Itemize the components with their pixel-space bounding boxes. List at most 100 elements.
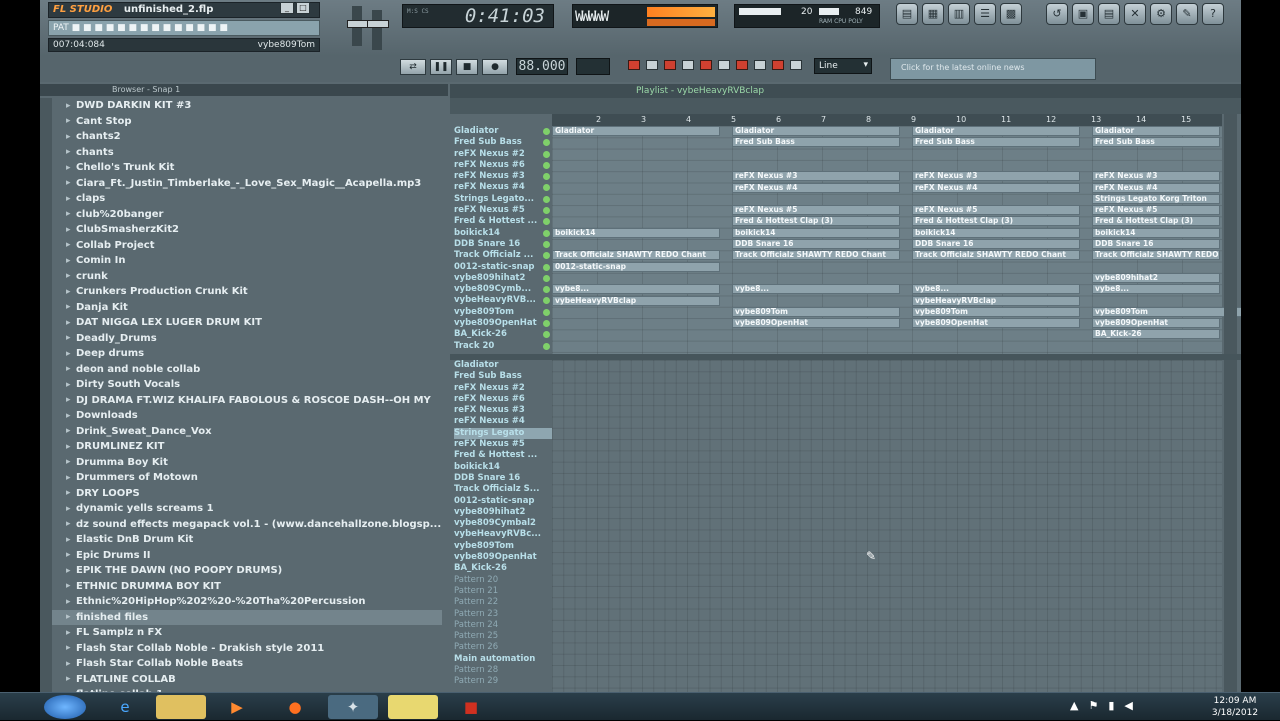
pattern-name[interactable]: vybe809OpenHat	[454, 552, 552, 563]
pattern-clip[interactable]: vybe8...	[732, 284, 900, 295]
step-edit-button[interactable]	[700, 60, 712, 70]
track-mute-icon[interactable]	[543, 184, 550, 192]
pattern-clip[interactable]: vybe8...	[1092, 284, 1220, 295]
browser-item[interactable]: ▸ Dirty South Vocals	[52, 377, 442, 393]
pattern-name[interactable]: reFX Nexus #6	[454, 394, 552, 405]
pattern-name[interactable]: vybe809Tom	[454, 541, 552, 552]
track-mute-icon[interactable]	[543, 240, 550, 248]
track-mute-icon[interactable]	[543, 263, 550, 271]
pattern-clip[interactable]: Fred Sub Bass	[1092, 137, 1220, 148]
track-name[interactable]: vybeHeavyRVB...	[454, 295, 552, 306]
track-name[interactable]: vybe809Cymb...	[454, 284, 552, 295]
pattern-name[interactable]: Gladiator	[454, 360, 552, 371]
record-button[interactable]: ●	[482, 59, 508, 75]
pattern-clip[interactable]: vybe809Tom	[732, 306, 900, 317]
track-mute-icon[interactable]	[543, 320, 550, 328]
browser-item[interactable]: ▸ Flash Star Collab Noble - Drakish style…	[52, 641, 442, 657]
pattern-clip[interactable]: Fred Sub Bass	[912, 137, 1080, 148]
pattern-clip[interactable]: vybeHeavyRVBclap	[912, 295, 1080, 306]
pattern-clip[interactable]: Strings Legato Korg Triton	[1092, 193, 1220, 204]
track-mute-icon[interactable]	[543, 218, 550, 226]
pattern-clip[interactable]: reFX Nexus #5	[912, 205, 1080, 216]
render-icon[interactable]: ▤	[1098, 3, 1120, 25]
overdub-button[interactable]	[790, 60, 802, 70]
browser-item[interactable]: ▸ club%20banger	[52, 207, 442, 223]
browser-item[interactable]: ▸ Flash Star Collab Noble Beats	[52, 656, 442, 672]
tools-icon[interactable]: ⚙	[1150, 3, 1172, 25]
browser-item[interactable]: ▸ DWD DARKIN KIT #3	[52, 98, 442, 114]
browser-item[interactable]: ▸ Deadly_Drums	[52, 331, 442, 347]
track-mute-icon[interactable]	[543, 150, 550, 158]
browser-item[interactable]: ▸ ETHNIC DRUMMA BOY KIT	[52, 579, 442, 595]
track-name[interactable]: Fred Sub Bass	[454, 137, 552, 148]
browser-item[interactable]: ▸ Drummers of Motown	[52, 470, 442, 486]
pattern-name[interactable]: Strings Legato	[454, 427, 552, 440]
minimize-button[interactable]: _	[280, 2, 294, 14]
clock[interactable]: 12:09 AM 3/18/2012	[1200, 693, 1270, 721]
pattern-clip[interactable]: vybe809OpenHat	[1092, 318, 1220, 329]
pause-button[interactable]: ❚❚	[430, 59, 452, 75]
track-mute-icon[interactable]	[543, 139, 550, 147]
pattern-grid[interactable]	[552, 360, 1222, 692]
pattern-name[interactable]: Pattern 29	[454, 676, 552, 687]
pattern-name[interactable]: 0012-static-snap	[454, 496, 552, 507]
undo-icon[interactable]: ↺	[1046, 3, 1068, 25]
pattern-name[interactable]: Fred & Hottest ...	[454, 450, 552, 461]
master-pitch-slider[interactable]	[367, 10, 389, 50]
snap-button[interactable]	[772, 60, 784, 70]
track-mute-icon[interactable]	[543, 286, 550, 294]
pattern-name[interactable]: Track Officialz S...	[454, 484, 552, 495]
maximize-button[interactable]: □	[296, 2, 310, 14]
browser-item[interactable]: ▸ FLATLINE COLLAB	[52, 672, 442, 688]
pattern-clip[interactable]: vybe809OpenHat	[912, 318, 1080, 329]
track-name[interactable]: reFX Nexus #3	[454, 171, 552, 182]
pattern-clip[interactable]: vybeHeavyRVBclap	[552, 295, 720, 306]
browser-item[interactable]: ▸ DRY LOOPS	[52, 486, 442, 502]
track-mute-icon[interactable]	[543, 342, 550, 350]
track-name[interactable]: vybe809hihat2	[454, 273, 552, 284]
track-name[interactable]: boikick14	[454, 228, 552, 239]
pattern-clip[interactable]: vybe8...	[552, 284, 720, 295]
clip-icon[interactable]: ✎	[1176, 3, 1198, 25]
pattern-clip[interactable]: Track Officialz SHAWTY REDO Chant	[912, 250, 1080, 261]
browser-item[interactable]: ▸ Cant Stop	[52, 114, 442, 130]
browser-item[interactable]: ▸ finished files	[52, 609, 442, 625]
pattern-clip[interactable]: vybe8...	[912, 284, 1080, 295]
pattern-clip[interactable]: DDB Snare 16	[732, 239, 900, 249]
track-mute-icon[interactable]	[543, 331, 550, 339]
pattern-clip[interactable]: Fred & Hottest Clap (3)	[1092, 216, 1220, 227]
browser-item[interactable]: ▸ Deep drums	[52, 346, 442, 362]
pattern-clip[interactable]: Track Officialz SHAWTY REDO Chant	[552, 250, 720, 261]
pattern-clip[interactable]: DDB Snare 16	[1092, 239, 1220, 249]
browser-item[interactable]: ▸ DAT NIGGA LEX LUGER DRUM KIT	[52, 315, 442, 331]
pattern-scrollbar[interactable]	[1224, 360, 1237, 692]
track-name[interactable]: reFX Nexus #2	[454, 149, 552, 160]
browser-item[interactable]: ▸ DRUMLINEZ KIT	[52, 439, 442, 455]
pattern-name[interactable]: Pattern 24	[454, 620, 552, 631]
metronome-button[interactable]	[646, 60, 658, 70]
master-volume-slider[interactable]	[347, 6, 369, 46]
pattern-clip[interactable]: reFX Nexus #5	[1092, 205, 1220, 216]
pattern-clip[interactable]: Fred & Hottest Clap (3)	[732, 216, 900, 227]
browser-item[interactable]: ▸ Crunkers Production Crunk Kit	[52, 284, 442, 300]
track-mute-icon[interactable]	[543, 274, 550, 282]
pattern-clip[interactable]: boikick14	[732, 227, 900, 238]
pattern-clip[interactable]: reFX Nexus #5	[732, 205, 900, 216]
track-name[interactable]: 0012-static-snap	[454, 262, 552, 273]
pattern-clip[interactable]: boikick14	[552, 227, 720, 238]
track-mute-icon[interactable]	[543, 173, 550, 181]
browser-item[interactable]: ▸ dynamic yells screams 1	[52, 501, 442, 517]
pattern-name[interactable]: vybe809Cymbal2	[454, 518, 552, 529]
browser-item[interactable]: ▸ Danja Kit	[52, 300, 442, 316]
browser-item[interactable]: ▸ FL Samplz n FX	[52, 625, 442, 641]
pattern-clip[interactable]: BA_Kick-26	[1092, 329, 1220, 340]
multilink-button[interactable]	[736, 60, 748, 70]
pattern-name[interactable]: Pattern 21	[454, 586, 552, 597]
pattern-name[interactable]: Pattern 28	[454, 665, 552, 676]
pattern-clip[interactable]: Gladiator	[912, 126, 1080, 136]
track-name[interactable]: Track 20	[454, 341, 552, 352]
pattern-clip[interactable]: reFX Nexus #3	[912, 171, 1080, 182]
pattern-clip[interactable]: Fred & Hottest Clap (3)	[912, 216, 1080, 227]
browser-item[interactable]: ▸ Drink_Sweat_Dance_Vox	[52, 424, 442, 440]
pattern-clip[interactable]: DDB Snare 16	[912, 239, 1080, 249]
